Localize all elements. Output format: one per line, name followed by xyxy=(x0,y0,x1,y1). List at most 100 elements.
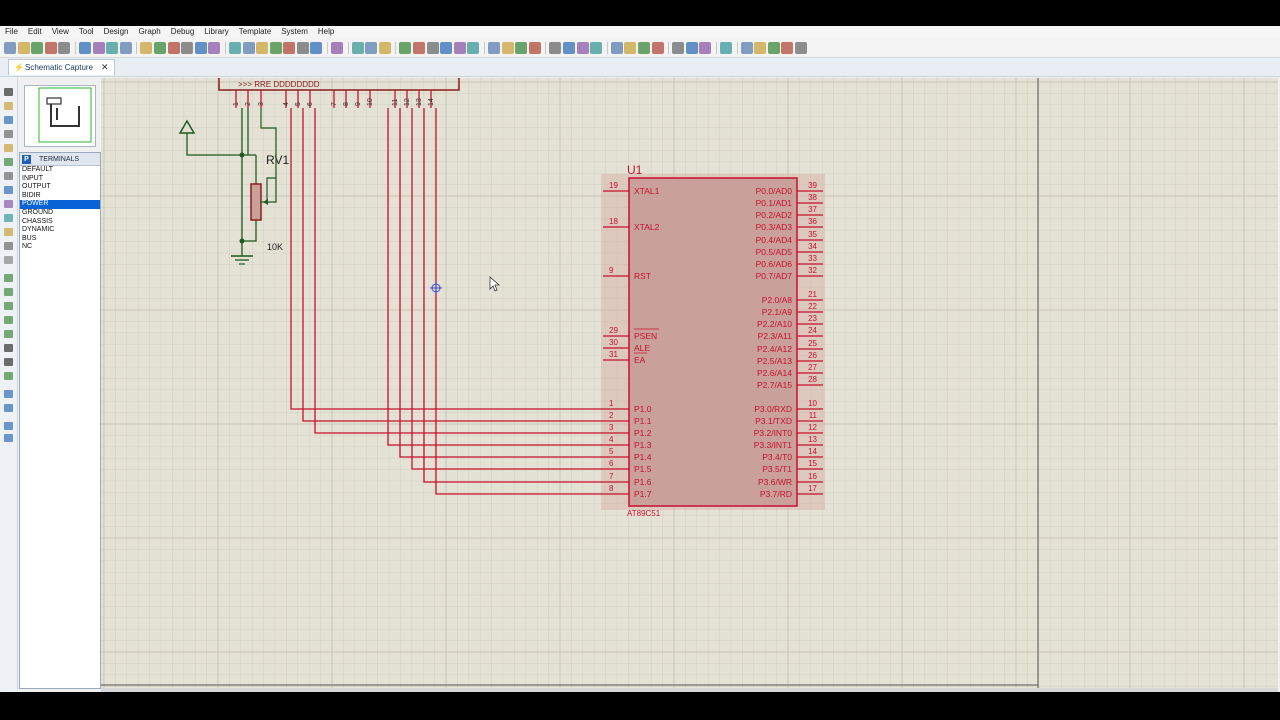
toolbar-button-46[interactable] xyxy=(685,41,698,54)
toolbar-button-44[interactable] xyxy=(651,41,664,54)
schematic-canvas[interactable]: >>> RRE DDDDDDDD 1 2 3 4 5 6 7 8 9 10 11 12 13 14 U1 AT8… xyxy=(101,78,1278,688)
toolbar-button-1[interactable] xyxy=(4,41,16,54)
toolbar-button-25[interactable] xyxy=(365,41,378,54)
toolbar-button-20[interactable] xyxy=(283,41,296,54)
toolbar-button-22[interactable] xyxy=(310,41,323,54)
toolbar-button-4[interactable] xyxy=(44,41,57,54)
text-icon[interactable] xyxy=(4,344,13,352)
toolbar-button-50[interactable] xyxy=(754,41,767,54)
toolbar-button-16[interactable] xyxy=(228,41,241,54)
toolbar-button-35[interactable] xyxy=(515,41,528,54)
terminal-item-input[interactable]: INPUT xyxy=(20,175,100,184)
toolbar-button-34[interactable] xyxy=(501,41,514,54)
terminal-item-dynamic[interactable]: DYNAMIC xyxy=(20,226,100,235)
menu-view[interactable]: View xyxy=(47,26,74,38)
toolbar-button-26[interactable] xyxy=(378,41,391,54)
toolbar-button-21[interactable] xyxy=(296,41,309,54)
text-script-icon[interactable] xyxy=(4,144,13,152)
wire-label-icon[interactable] xyxy=(4,130,13,138)
marker-icon[interactable] xyxy=(4,372,13,380)
terminal-item-bidir[interactable]: BIDIR xyxy=(20,192,100,201)
toolbar-button-52[interactable] xyxy=(781,41,794,54)
toolbar-button-18[interactable] xyxy=(256,41,269,54)
toolbar-button-31[interactable] xyxy=(453,41,466,54)
schematic-drawing[interactable]: >>> RRE DDDDDDDD1 2 3 4 5 6 7 8 9 10 11 12 13 14U1AT8… xyxy=(101,78,1278,688)
terminal-item-default[interactable]: DEFAULT xyxy=(20,166,100,175)
menu-file[interactable]: File xyxy=(0,26,23,38)
toolbar-button-47[interactable] xyxy=(699,41,712,54)
toolbar-button-19[interactable] xyxy=(269,41,282,54)
toolbar-button-38[interactable] xyxy=(562,41,575,54)
circle-icon[interactable] xyxy=(4,302,13,310)
toolbar-button-32[interactable] xyxy=(467,41,480,54)
terminal-item-power[interactable]: POWER xyxy=(20,200,100,209)
toolbar-button-29[interactable] xyxy=(426,41,439,54)
pick-devices-icon[interactable]: P xyxy=(22,154,31,164)
toolbar-button-7[interactable] xyxy=(92,41,105,54)
toolbar-button-2[interactable] xyxy=(17,41,30,54)
toolbar-button-15[interactable] xyxy=(208,41,221,54)
toolbar-button-49[interactable] xyxy=(740,41,753,54)
toolbar-button-14[interactable] xyxy=(194,41,207,54)
menu-template[interactable]: Template xyxy=(234,26,276,38)
toolbar-button-13[interactable] xyxy=(181,41,194,54)
pin-icon[interactable] xyxy=(4,200,13,208)
terminal-item-chassis[interactable]: CHASSIS xyxy=(20,218,100,227)
junction-dot-icon[interactable] xyxy=(4,116,13,124)
terminal-item-bus[interactable]: BUS xyxy=(20,235,100,244)
toolbar-button-51[interactable] xyxy=(767,41,780,54)
toolbar-button-10[interactable] xyxy=(140,41,153,54)
select-arrow-icon[interactable] xyxy=(4,88,13,96)
box-icon[interactable] xyxy=(4,288,13,296)
subcircuit-icon[interactable] xyxy=(4,172,13,180)
toolbar-button-9[interactable] xyxy=(119,41,132,54)
toolbar-button-6[interactable] xyxy=(78,41,91,54)
rotate-ccw-icon[interactable] xyxy=(4,404,13,412)
menu-design[interactable]: Design xyxy=(99,26,134,38)
toolbar-button-48[interactable] xyxy=(719,41,732,54)
terminal-item-output[interactable]: OUTPUT xyxy=(20,183,100,192)
menu-help[interactable]: Help xyxy=(313,26,339,38)
toolbar-button-12[interactable] xyxy=(167,41,180,54)
menu-library[interactable]: Library xyxy=(199,26,233,38)
rotate-cw-icon[interactable] xyxy=(4,390,13,398)
menu-edit[interactable]: Edit xyxy=(23,26,47,38)
symbol-icon[interactable] xyxy=(4,358,13,366)
component-icon[interactable] xyxy=(4,102,13,110)
generator-icon[interactable] xyxy=(4,242,13,250)
terminal-item-ground[interactable]: GROUND xyxy=(20,209,100,218)
toolbar-button-37[interactable] xyxy=(549,41,562,54)
tape-icon[interactable] xyxy=(4,228,13,236)
graph-icon[interactable] xyxy=(4,214,13,222)
toolbar-button-30[interactable] xyxy=(440,41,453,54)
toolbar-button-36[interactable] xyxy=(528,41,541,54)
toolbar-button-5[interactable] xyxy=(58,41,71,54)
probe-icon[interactable] xyxy=(4,256,13,264)
toolbar-button-17[interactable] xyxy=(242,41,255,54)
menu-tool[interactable]: Tool xyxy=(74,26,99,38)
potentiometer-rv1[interactable] xyxy=(250,183,262,221)
tab-schematic-capture[interactable]: ⚡ Schematic Capture ✕ xyxy=(8,59,115,75)
toolbar-button-53[interactable] xyxy=(794,41,807,54)
arc-icon[interactable] xyxy=(4,316,13,324)
bus-icon[interactable] xyxy=(4,158,13,166)
close-icon[interactable]: ✕ xyxy=(101,62,109,73)
mirror-v-icon[interactable] xyxy=(4,434,13,442)
toolbar-button-11[interactable] xyxy=(153,41,166,54)
horizontal-scrollbar[interactable] xyxy=(101,688,1278,692)
toolbar-button-39[interactable] xyxy=(576,41,589,54)
toolbar-button-27[interactable] xyxy=(399,41,412,54)
toolbar-button-43[interactable] xyxy=(637,41,650,54)
toolbar-button-42[interactable] xyxy=(624,41,637,54)
menu-system[interactable]: System xyxy=(276,26,313,38)
menu-graph[interactable]: Graph xyxy=(133,26,165,38)
terminal-icon[interactable] xyxy=(4,186,13,194)
terminal-item-nc[interactable]: NC xyxy=(20,243,100,252)
toolbar-button-3[interactable] xyxy=(31,41,44,54)
toolbar-button-45[interactable] xyxy=(672,41,685,54)
toolbar-button-23[interactable] xyxy=(331,41,344,54)
path-icon[interactable] xyxy=(4,330,13,338)
toolbar-button-28[interactable] xyxy=(413,41,426,54)
toolbar-button-40[interactable] xyxy=(590,41,603,54)
toolbar-button-24[interactable] xyxy=(351,41,364,54)
